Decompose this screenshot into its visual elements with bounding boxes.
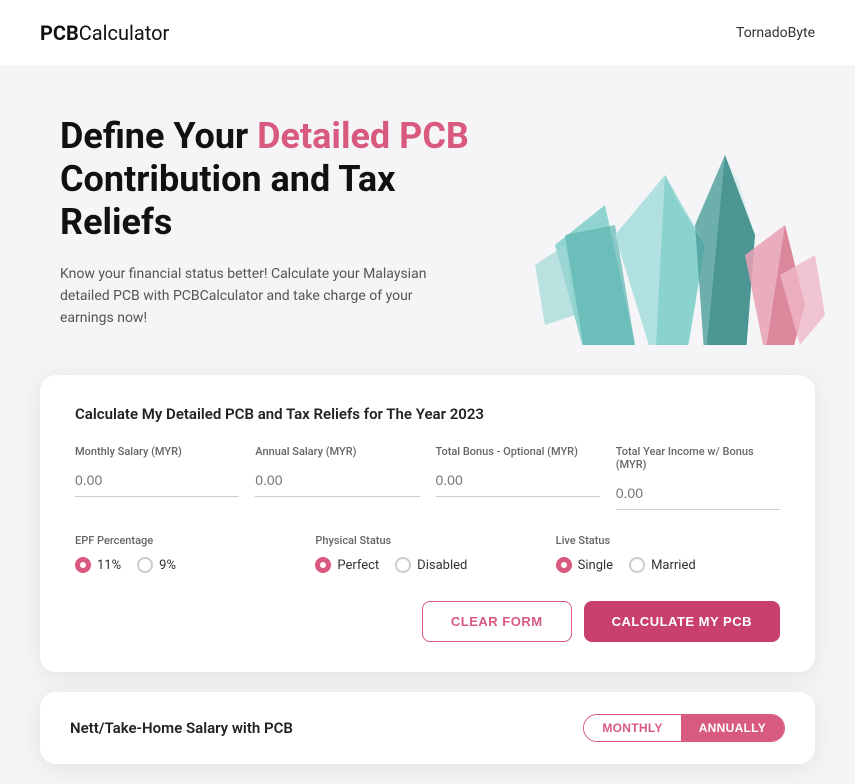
card-title: Calculate My Detailed PCB and Tax Relief…: [75, 405, 780, 423]
nav-link[interactable]: TornadoByte: [736, 25, 815, 41]
bonus-input[interactable]: [436, 464, 600, 497]
epf-label: EPF Percentage: [75, 534, 299, 547]
live-status-group: Live Status Single Married: [556, 534, 780, 573]
annual-salary-label: Annual Salary (MYR): [255, 445, 419, 458]
epf-9-radio-dot[interactable]: [137, 557, 153, 573]
epf-radio-group: 11% 9%: [75, 557, 299, 573]
live-married-label: Married: [651, 558, 696, 573]
logo-calculator: Calculator: [79, 21, 170, 45]
annual-salary-input[interactable]: [255, 464, 419, 497]
monthly-salary-input[interactable]: [75, 464, 239, 497]
main-card: Calculate My Detailed PCB and Tax Relief…: [40, 375, 815, 672]
nett-salary-card: Nett/Take-Home Salary with PCB MONTHLY A…: [40, 692, 815, 764]
nett-salary-title: Nett/Take-Home Salary with PCB: [70, 719, 293, 737]
hero-text: Define Your Detailed PCB Contribution an…: [60, 115, 480, 330]
epf-11-item[interactable]: 11%: [75, 557, 121, 573]
hero-subtitle: Know your financial status better! Calcu…: [60, 263, 440, 330]
calculate-button[interactable]: CALCULATE MY PCB: [584, 601, 780, 642]
crystal-decoration: [505, 125, 825, 345]
hero-title-highlight: Detailed PCB: [257, 115, 469, 157]
physical-perfect-item[interactable]: Perfect: [315, 557, 379, 573]
live-status-radio-group: Single Married: [556, 557, 780, 573]
logo: PCBCalculator: [40, 21, 169, 45]
hero-title-part2: Contribution and Tax Reliefs: [60, 158, 395, 243]
logo-pcb: PCB: [40, 21, 79, 45]
bonus-label: Total Bonus - Optional (MYR): [436, 445, 600, 458]
header: PCBCalculator TornadoByte: [0, 0, 855, 65]
physical-perfect-dot[interactable]: [315, 557, 331, 573]
frequency-toggle-group: MONTHLY ANNUALLY: [583, 714, 785, 742]
monthly-toggle-button[interactable]: MONTHLY: [584, 715, 680, 741]
physical-group: Physical Status Perfect Disabled: [315, 534, 539, 573]
bonus-group: Total Bonus - Optional (MYR): [436, 445, 600, 510]
epf-group: EPF Percentage 11% 9%: [75, 534, 299, 573]
annual-salary-group: Annual Salary (MYR): [255, 445, 419, 510]
annually-toggle-button[interactable]: ANNUALLY: [681, 715, 784, 741]
total-income-group: Total Year Income w/ Bonus (MYR): [616, 445, 780, 510]
hero-title: Define Your Detailed PCB Contribution an…: [60, 115, 480, 245]
physical-radio-group: Perfect Disabled: [315, 557, 539, 573]
options-row: EPF Percentage 11% 9% Physical Status Pe…: [75, 534, 780, 573]
button-row: CLEAR FORM CALCULATE MY PCB: [75, 601, 780, 642]
physical-disabled-dot[interactable]: [395, 557, 411, 573]
epf-9-label: 9%: [159, 558, 176, 573]
physical-perfect-label: Perfect: [337, 558, 379, 573]
epf-9-item[interactable]: 9%: [137, 557, 176, 573]
hero-section: Define Your Detailed PCB Contribution an…: [0, 65, 855, 345]
physical-disabled-item[interactable]: Disabled: [395, 557, 467, 573]
live-single-label: Single: [578, 558, 613, 573]
physical-disabled-label: Disabled: [417, 558, 467, 573]
live-married-dot[interactable]: [629, 557, 645, 573]
total-income-input: [616, 477, 780, 510]
salary-fields-row: Monthly Salary (MYR) Annual Salary (MYR)…: [75, 445, 780, 510]
live-single-item[interactable]: Single: [556, 557, 613, 573]
epf-11-radio-dot[interactable]: [75, 557, 91, 573]
total-income-label: Total Year Income w/ Bonus (MYR): [616, 445, 780, 471]
monthly-salary-label: Monthly Salary (MYR): [75, 445, 239, 458]
live-single-dot[interactable]: [556, 557, 572, 573]
epf-11-label: 11%: [97, 558, 121, 573]
physical-label: Physical Status: [315, 534, 539, 547]
hero-title-part1: Define Your: [60, 115, 257, 157]
live-status-label: Live Status: [556, 534, 780, 547]
clear-form-button[interactable]: CLEAR FORM: [422, 601, 572, 642]
monthly-salary-group: Monthly Salary (MYR): [75, 445, 239, 510]
live-married-item[interactable]: Married: [629, 557, 696, 573]
